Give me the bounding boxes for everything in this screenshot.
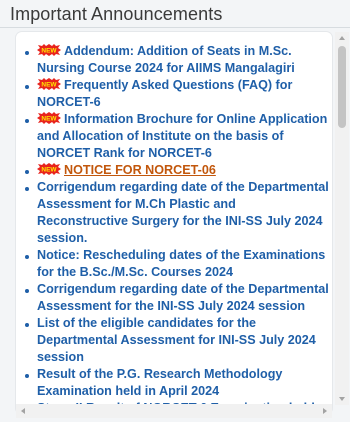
announcement-text: Corrigendum regarding date of the Depart… xyxy=(37,282,329,313)
announcement-text: Notice: Rescheduling dates of the Examin… xyxy=(37,248,326,279)
scroll-left-arrow-icon[interactable] xyxy=(21,408,25,414)
scroll-down-arrow-icon[interactable] xyxy=(339,397,345,401)
svg-text:NEW: NEW xyxy=(41,167,57,174)
new-badge-icon: NEW xyxy=(37,112,61,124)
horizontal-scrollbar[interactable] xyxy=(16,404,332,418)
new-badge-icon: NEW xyxy=(37,44,61,56)
announcement-item[interactable]: NEW NOTICE FOR NORCET-06 xyxy=(24,162,330,179)
announcement-item[interactable]: NEW Addendum: Addition of Seats in M.Sc. … xyxy=(24,43,330,77)
announcements-list: NEW Addendum: Addition of Seats in M.Sc. … xyxy=(24,43,330,414)
announcement-item[interactable]: Corrigendum regarding date of the Depart… xyxy=(24,281,330,315)
announcement-item[interactable]: NEW Frequently Asked Questions (FAQ) for … xyxy=(24,77,330,111)
vertical-scrollbar[interactable] xyxy=(335,32,349,405)
svg-text:NEW: NEW xyxy=(41,48,57,55)
announcement-item[interactable]: Notice: Rescheduling dates of the Examin… xyxy=(24,247,330,281)
announcement-text: Frequently Asked Questions (FAQ) for NOR… xyxy=(37,78,293,109)
new-badge-icon: NEW xyxy=(37,163,61,175)
announcement-link[interactable]: NOTICE FOR NORCET-06 xyxy=(64,163,216,177)
announcement-text: Addendum: Addition of Seats in M.Sc. Nur… xyxy=(37,44,295,75)
announcement-item[interactable]: NEW Information Brochure for Online Appli… xyxy=(24,111,330,162)
svg-text:NEW: NEW xyxy=(41,82,57,89)
announcement-item[interactable]: List of the eligible candidates for the … xyxy=(24,315,330,366)
scroll-up-arrow-icon[interactable] xyxy=(339,36,345,40)
new-badge-icon: NEW xyxy=(37,78,61,90)
vertical-scroll-thumb[interactable] xyxy=(338,46,346,128)
page-title: Important Announcements xyxy=(10,4,223,24)
announcements-panel[interactable]: NEW Addendum: Addition of Seats in M.Sc. … xyxy=(16,32,332,414)
announcement-text: Corrigendum regarding date of the Depart… xyxy=(37,180,329,245)
svg-text:NEW: NEW xyxy=(41,116,57,123)
scroll-right-arrow-icon[interactable] xyxy=(323,408,327,414)
announcement-item[interactable]: Result of the P.G. Research Methodology … xyxy=(24,366,330,400)
announcement-text: Information Brochure for Online Applicat… xyxy=(37,112,328,160)
announcement-text: List of the eligible candidates for the … xyxy=(37,316,316,364)
announcement-item[interactable]: Corrigendum regarding date of the Depart… xyxy=(24,179,330,247)
title-divider xyxy=(0,27,350,28)
announcement-text: Result of the P.G. Research Methodology … xyxy=(37,367,283,398)
